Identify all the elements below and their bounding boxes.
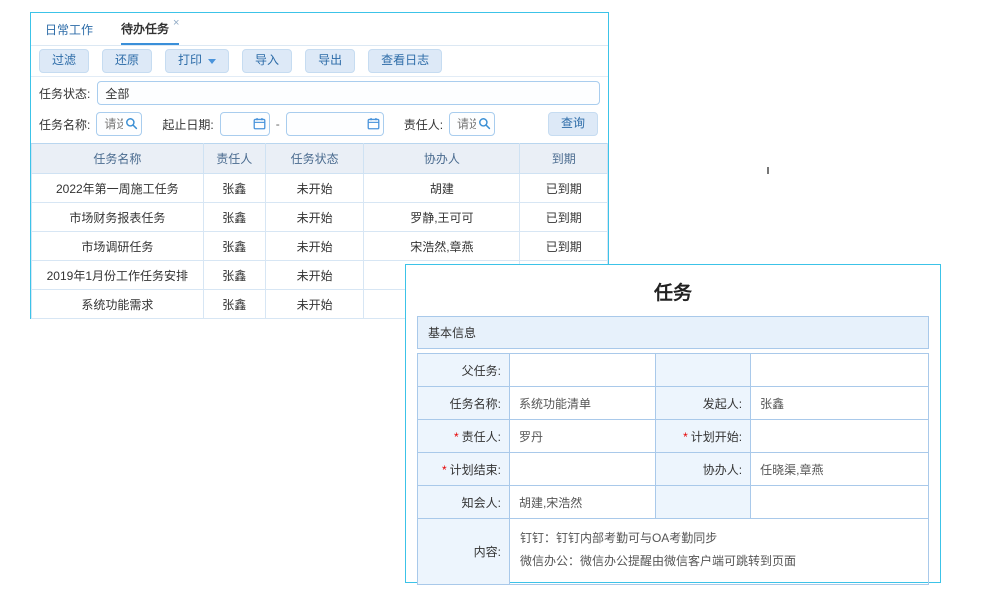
notify-value: 胡建,宋浩然 bbox=[509, 486, 655, 519]
parent-task-value bbox=[509, 354, 655, 387]
plan-start-label: *计划开始: bbox=[655, 420, 751, 453]
table-row: 市场财务报表任务 张鑫 未开始 罗静,王可可 已到期 bbox=[32, 203, 608, 232]
content-label: 内容: bbox=[418, 519, 510, 585]
required-mark: * bbox=[454, 430, 459, 444]
form-row-owner: *责任人: 罗丹 *计划开始: bbox=[418, 420, 929, 453]
query-button[interactable]: 查询 bbox=[548, 112, 598, 136]
owner-link[interactable]: 张鑫 bbox=[203, 290, 265, 319]
restore-button[interactable]: 还原 bbox=[102, 49, 152, 73]
table-row: 市场调研任务 张鑫 未开始 宋浩然,章燕 已到期 bbox=[32, 232, 608, 261]
task-name-label: 任务名称: bbox=[418, 387, 510, 420]
task-detail-window: 任务 基本信息 父任务: 任务名称: 系统功能清单 发起人: 张鑫 *责任人: bbox=[405, 264, 941, 583]
parent-task-label: 父任务: bbox=[418, 354, 510, 387]
initiator-value: 张鑫 bbox=[751, 387, 929, 420]
task-detail-form: 父任务: 任务名称: 系统功能清单 发起人: 张鑫 *责任人: 罗丹 *计划开始… bbox=[417, 353, 929, 585]
tab-daily-work[interactable]: 日常工作 bbox=[45, 13, 93, 45]
tab-todo-tasks[interactable]: 待办任务 × bbox=[121, 13, 179, 45]
table-row: 2022年第一周施工任务 张鑫 未开始 胡建 已到期 bbox=[32, 174, 608, 203]
empty-value bbox=[751, 486, 929, 519]
status-cell: 未开始 bbox=[265, 290, 363, 319]
plan-end-value bbox=[509, 453, 655, 486]
due-cell: 已到期 bbox=[520, 203, 608, 232]
form-row-parent-task: 父任务: bbox=[418, 354, 929, 387]
status-cell: 未开始 bbox=[265, 203, 363, 232]
form-row-task-name: 任务名称: 系统功能清单 发起人: 张鑫 bbox=[418, 387, 929, 420]
page-title: 任务 bbox=[417, 269, 929, 316]
owner-link[interactable]: 张鑫 bbox=[203, 174, 265, 203]
tab-label: 日常工作 bbox=[45, 21, 93, 38]
coworker-cell: 胡建 bbox=[364, 174, 520, 203]
col-header-task-name: 任务名称 bbox=[32, 144, 204, 174]
form-row-content: 内容: 钉钉：钉钉内部考勤可与OA考勤同步 微信办公：微信办公提醒由微信客户端可… bbox=[418, 519, 929, 585]
plan-end-label: *计划结束: bbox=[418, 453, 510, 486]
close-icon[interactable]: × bbox=[173, 17, 179, 29]
owner-value: 罗丹 bbox=[509, 420, 655, 453]
due-cell: 已到期 bbox=[520, 174, 608, 203]
task-name-link[interactable]: 市场财务报表任务 bbox=[32, 203, 204, 232]
import-button[interactable]: 导入 bbox=[242, 49, 292, 73]
calendar-icon[interactable] bbox=[367, 117, 380, 130]
content-value: 钉钉：钉钉内部考勤可与OA考勤同步 微信办公：微信办公提醒由微信客户端可跳转到页… bbox=[509, 519, 928, 585]
text-cursor-artifact bbox=[767, 167, 769, 174]
date-separator: - bbox=[276, 117, 280, 131]
empty-value bbox=[751, 354, 929, 387]
col-header-coworker: 协办人 bbox=[364, 144, 520, 174]
task-status-label: 任务状态: bbox=[39, 85, 90, 102]
notify-label: 知会人: bbox=[418, 486, 510, 519]
task-name-value: 系统功能清单 bbox=[509, 387, 655, 420]
owner-link[interactable]: 张鑫 bbox=[203, 203, 265, 232]
section-header-basic-info: 基本信息 bbox=[417, 316, 929, 349]
view-log-button[interactable]: 查看日志 bbox=[368, 49, 442, 73]
empty-label bbox=[655, 486, 751, 519]
dropdown-caret-icon bbox=[208, 59, 216, 64]
search-icon[interactable] bbox=[125, 117, 138, 130]
coworker-cell: 宋浩然,章燕 bbox=[364, 232, 520, 261]
print-button-label: 打印 bbox=[178, 53, 202, 69]
export-button[interactable]: 导出 bbox=[305, 49, 355, 73]
status-cell: 未开始 bbox=[265, 232, 363, 261]
coworker-label: 协办人: bbox=[655, 453, 751, 486]
status-filter-row: 任务状态: bbox=[31, 77, 608, 109]
filter-button[interactable]: 过滤 bbox=[39, 49, 89, 73]
coworker-cell: 罗静,王可可 bbox=[364, 203, 520, 232]
owner-label: 责任人: bbox=[404, 116, 443, 133]
plan-start-value bbox=[751, 420, 929, 453]
task-name-link[interactable]: 2022年第一周施工任务 bbox=[32, 174, 204, 203]
task-name-link[interactable]: 2019年1月份工作任务安排 bbox=[32, 261, 204, 290]
form-row-plan-end: *计划结束: 协办人: 任晓渠,章燕 bbox=[418, 453, 929, 486]
tab-bar: 日常工作 待办任务 × bbox=[31, 13, 608, 46]
col-header-owner: 责任人 bbox=[203, 144, 265, 174]
task-name-label: 任务名称: bbox=[39, 116, 90, 133]
task-name-link[interactable]: 市场调研任务 bbox=[32, 232, 204, 261]
coworker-value: 任晓渠,章燕 bbox=[751, 453, 929, 486]
search-filter-row: 任务名称: 起止日期: - bbox=[31, 109, 608, 143]
owner-label: *责任人: bbox=[418, 420, 510, 453]
content-line: 钉钉：钉钉内部考勤可与OA考勤同步 bbox=[520, 529, 918, 548]
owner-link[interactable]: 张鑫 bbox=[203, 232, 265, 261]
date-range-label: 起止日期: bbox=[162, 116, 213, 133]
table-header-row: 任务名称 责任人 任务状态 协办人 到期 bbox=[32, 144, 608, 174]
content-line: 微信办公：微信办公提醒由微信客户端可跳转到页面 bbox=[520, 552, 918, 571]
due-cell: 已到期 bbox=[520, 232, 608, 261]
initiator-label: 发起人: bbox=[655, 387, 751, 420]
owner-link[interactable]: 张鑫 bbox=[203, 261, 265, 290]
tab-label: 待办任务 bbox=[121, 20, 169, 37]
status-cell: 未开始 bbox=[265, 174, 363, 203]
form-row-notify: 知会人: 胡建,宋浩然 bbox=[418, 486, 929, 519]
status-cell: 未开始 bbox=[265, 261, 363, 290]
required-mark: * bbox=[683, 430, 688, 444]
empty-label bbox=[655, 354, 751, 387]
col-header-status: 任务状态 bbox=[265, 144, 363, 174]
task-status-input[interactable] bbox=[97, 81, 600, 105]
col-header-due: 到期 bbox=[520, 144, 608, 174]
print-button[interactable]: 打印 bbox=[165, 49, 229, 73]
search-icon[interactable] bbox=[478, 117, 491, 130]
calendar-icon[interactable] bbox=[253, 117, 266, 130]
required-mark: * bbox=[442, 463, 447, 477]
task-name-link[interactable]: 系统功能需求 bbox=[32, 290, 204, 319]
toolbar: 过滤 还原 打印 导入 导出 查看日志 bbox=[31, 46, 608, 77]
